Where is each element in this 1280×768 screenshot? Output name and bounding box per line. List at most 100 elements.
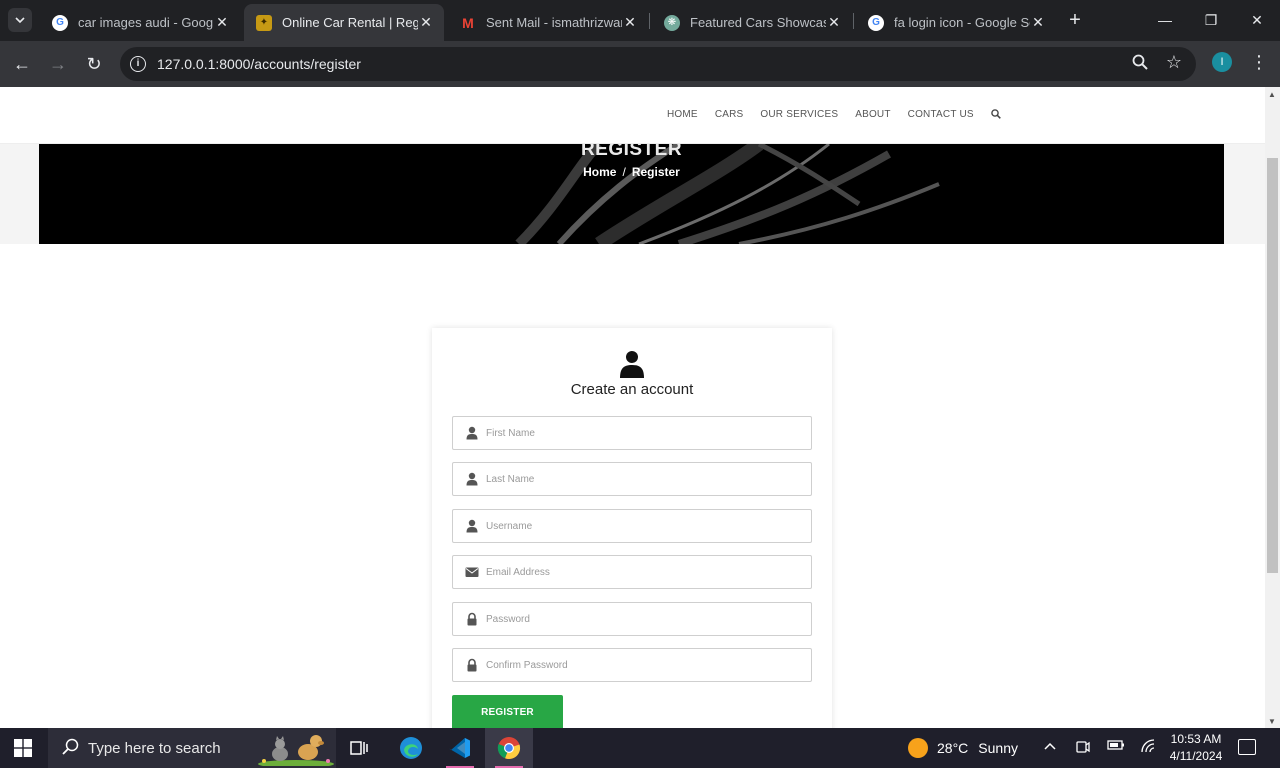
meet-now-icon[interactable] <box>1076 739 1090 758</box>
email-field[interactable] <box>452 555 812 589</box>
windows-start-icon[interactable] <box>14 739 32 757</box>
page-viewport: HOME CARS OUR SERVICES ABOUT CONTACT US <box>0 87 1280 728</box>
vscode-icon <box>449 738 470 758</box>
form-title: Create an account <box>570 381 694 398</box>
search-icon[interactable] <box>990 109 1001 122</box>
more-menu-icon[interactable]: ⋮ <box>1250 51 1268 73</box>
sun-icon <box>908 738 928 758</box>
browser-tab[interactable]: G car images audi - Google ✕ <box>40 4 240 41</box>
nav-about[interactable]: ABOUT <box>855 109 890 122</box>
site-info-icon[interactable]: i <box>130 56 146 72</box>
edge-icon <box>400 737 422 759</box>
user-icon <box>466 426 478 440</box>
breadcrumb-current: Register <box>631 165 680 179</box>
close-tab-icon[interactable]: ✕ <box>214 14 230 31</box>
scrollbar-thumb[interactable] <box>1267 158 1278 573</box>
taskbar-app-vscode[interactable] <box>436 728 484 768</box>
forward-arrow-icon[interactable]: → <box>45 51 71 77</box>
new-tab-button[interactable]: + <box>1064 9 1086 31</box>
tab-title: Online Car Rental | Regist <box>282 15 418 30</box>
first-name-input[interactable] <box>486 417 806 449</box>
user-icon <box>620 351 644 378</box>
search-highlight-illustration <box>258 735 334 766</box>
task-view-icon <box>350 741 368 755</box>
user-icon <box>466 472 478 486</box>
browser-tab-strip: G car images audi - Google ✕ ✦ Online Ca… <box>0 0 1280 41</box>
close-tab-icon[interactable]: ✕ <box>418 14 434 31</box>
lock-icon <box>467 658 477 672</box>
lock-icon <box>467 612 477 626</box>
tray-chevron-up-icon[interactable] <box>1044 739 1056 754</box>
browser-tab[interactable]: ❋ Featured Cars Showcase ✕ <box>652 4 852 41</box>
wifi-icon[interactable] <box>1140 739 1156 756</box>
clock-time: 10:53 AM <box>1170 732 1222 746</box>
site-logo-icon: ✦ <box>256 14 272 31</box>
tab-search-button[interactable] <box>8 8 32 32</box>
tab-separator <box>853 13 854 29</box>
weather-temp: 28°C <box>937 740 969 756</box>
register-card: Create an account REGISTER <box>432 328 832 728</box>
taskbar-search-box[interactable]: Type here to search <box>48 728 336 768</box>
hero-banner: REGISTER Home / Register <box>39 144 1224 244</box>
hero-title: REGISTER <box>580 144 683 160</box>
close-tab-icon[interactable]: ✕ <box>622 14 638 31</box>
profile-avatar[interactable]: I <box>1212 52 1232 72</box>
last-name-input[interactable] <box>486 463 806 495</box>
chevron-down-icon <box>15 17 25 24</box>
task-view-button[interactable] <box>336 728 384 768</box>
gmail-icon: M <box>462 14 474 31</box>
browser-tab[interactable]: M Sent Mail - ismathrizwana ✕ <box>448 4 648 41</box>
close-window-icon[interactable]: ✕ <box>1245 8 1269 32</box>
taskbar-clock[interactable]: 10:53 AM 4/11/2024 <box>1166 731 1226 765</box>
confirm-password-field[interactable] <box>452 648 812 682</box>
password-field[interactable] <box>452 602 812 636</box>
close-tab-icon[interactable]: ✕ <box>826 14 842 31</box>
username-input[interactable] <box>486 510 806 542</box>
back-arrow-icon[interactable]: ← <box>9 51 35 77</box>
breadcrumb: Home / Register <box>39 165 1224 179</box>
breadcrumb-home[interactable]: Home <box>583 165 616 179</box>
site-navbar: HOME CARS OUR SERVICES ABOUT CONTACT US <box>0 87 1265 144</box>
password-input[interactable] <box>486 603 806 635</box>
google-icon: G <box>868 14 884 31</box>
breadcrumb-separator: / <box>622 165 626 179</box>
nav-cars[interactable]: CARS <box>715 109 744 122</box>
close-tab-icon[interactable]: ✕ <box>1030 14 1046 31</box>
last-name-field[interactable] <box>452 462 812 496</box>
confirm-password-input[interactable] <box>486 649 806 681</box>
url-text[interactable]: 127.0.0.1:8000/accounts/register <box>157 56 361 72</box>
battery-icon[interactable] <box>1107 739 1125 754</box>
register-button[interactable]: REGISTER <box>452 695 563 728</box>
windows-taskbar: Type here to search 28°C Sunny 10:53 AM … <box>0 728 1280 768</box>
nav-contact-us[interactable]: CONTACT US <box>908 109 974 122</box>
search-icon <box>62 738 79 760</box>
tab-title: fa login icon - Google Se <box>894 15 1030 30</box>
username-field[interactable] <box>452 509 812 543</box>
zoom-icon[interactable] <box>1132 54 1148 74</box>
taskbar-app-chrome[interactable] <box>485 728 533 768</box>
notification-center-icon[interactable] <box>1238 739 1256 755</box>
clock-date: 4/11/2024 <box>1169 749 1223 763</box>
browser-tab[interactable]: G fa login icon - Google Se ✕ <box>856 4 1056 41</box>
browser-toolbar: ← → ↻ i 127.0.0.1:8000/accounts/register… <box>0 41 1280 87</box>
tab-title: car images audi - Google <box>78 15 214 30</box>
email-input[interactable] <box>486 556 806 588</box>
browser-tab-active[interactable]: ✦ Online Car Rental | Regist ✕ <box>244 4 444 41</box>
page-scrollbar[interactable]: ▲ ▼ <box>1265 87 1280 728</box>
tab-title: Sent Mail - ismathrizwana <box>486 15 622 30</box>
address-bar[interactable]: i 127.0.0.1:8000/accounts/register ☆ <box>120 47 1196 81</box>
nav-home[interactable]: HOME <box>667 109 698 122</box>
taskbar-app-edge[interactable] <box>387 728 435 768</box>
scroll-up-arrow-icon[interactable]: ▲ <box>1268 90 1276 99</box>
user-icon <box>466 519 478 533</box>
reload-icon[interactable]: ↻ <box>81 51 107 77</box>
weather-desc: Sunny <box>978 740 1018 756</box>
weather-widget[interactable]: 28°C Sunny <box>908 738 1018 758</box>
bookmark-star-icon[interactable]: ☆ <box>1166 52 1182 73</box>
tab-separator <box>649 13 650 29</box>
nav-our-services[interactable]: OUR SERVICES <box>760 109 838 122</box>
scroll-down-arrow-icon[interactable]: ▼ <box>1268 717 1276 726</box>
restore-icon[interactable]: ❐ <box>1199 8 1223 32</box>
minimize-icon[interactable]: — <box>1153 8 1177 32</box>
first-name-field[interactable] <box>452 416 812 450</box>
